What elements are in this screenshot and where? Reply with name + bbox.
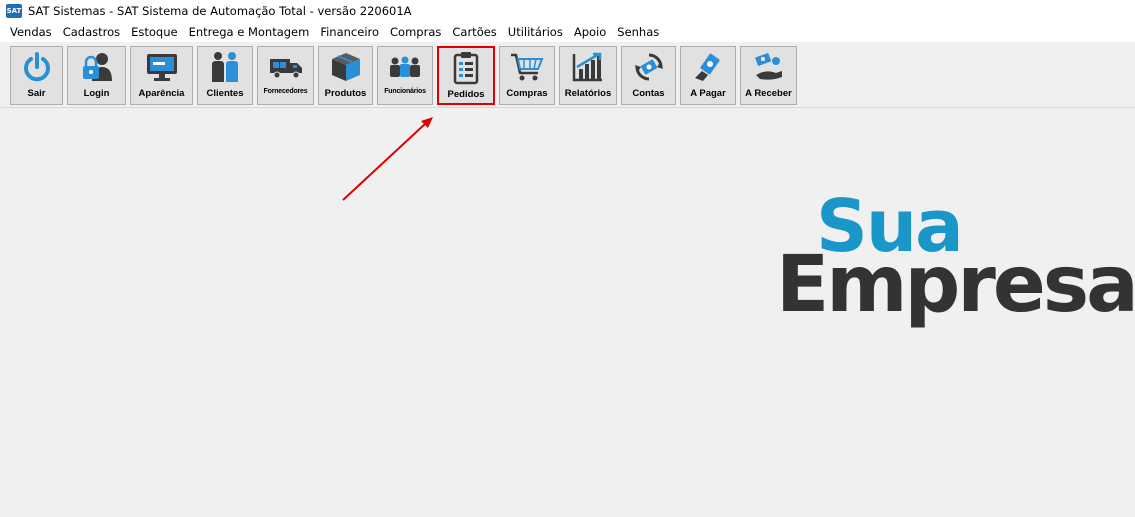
company-logo: Sua Empresa [776, 186, 1135, 348]
logo-empresa: Empresa [776, 240, 1135, 330]
